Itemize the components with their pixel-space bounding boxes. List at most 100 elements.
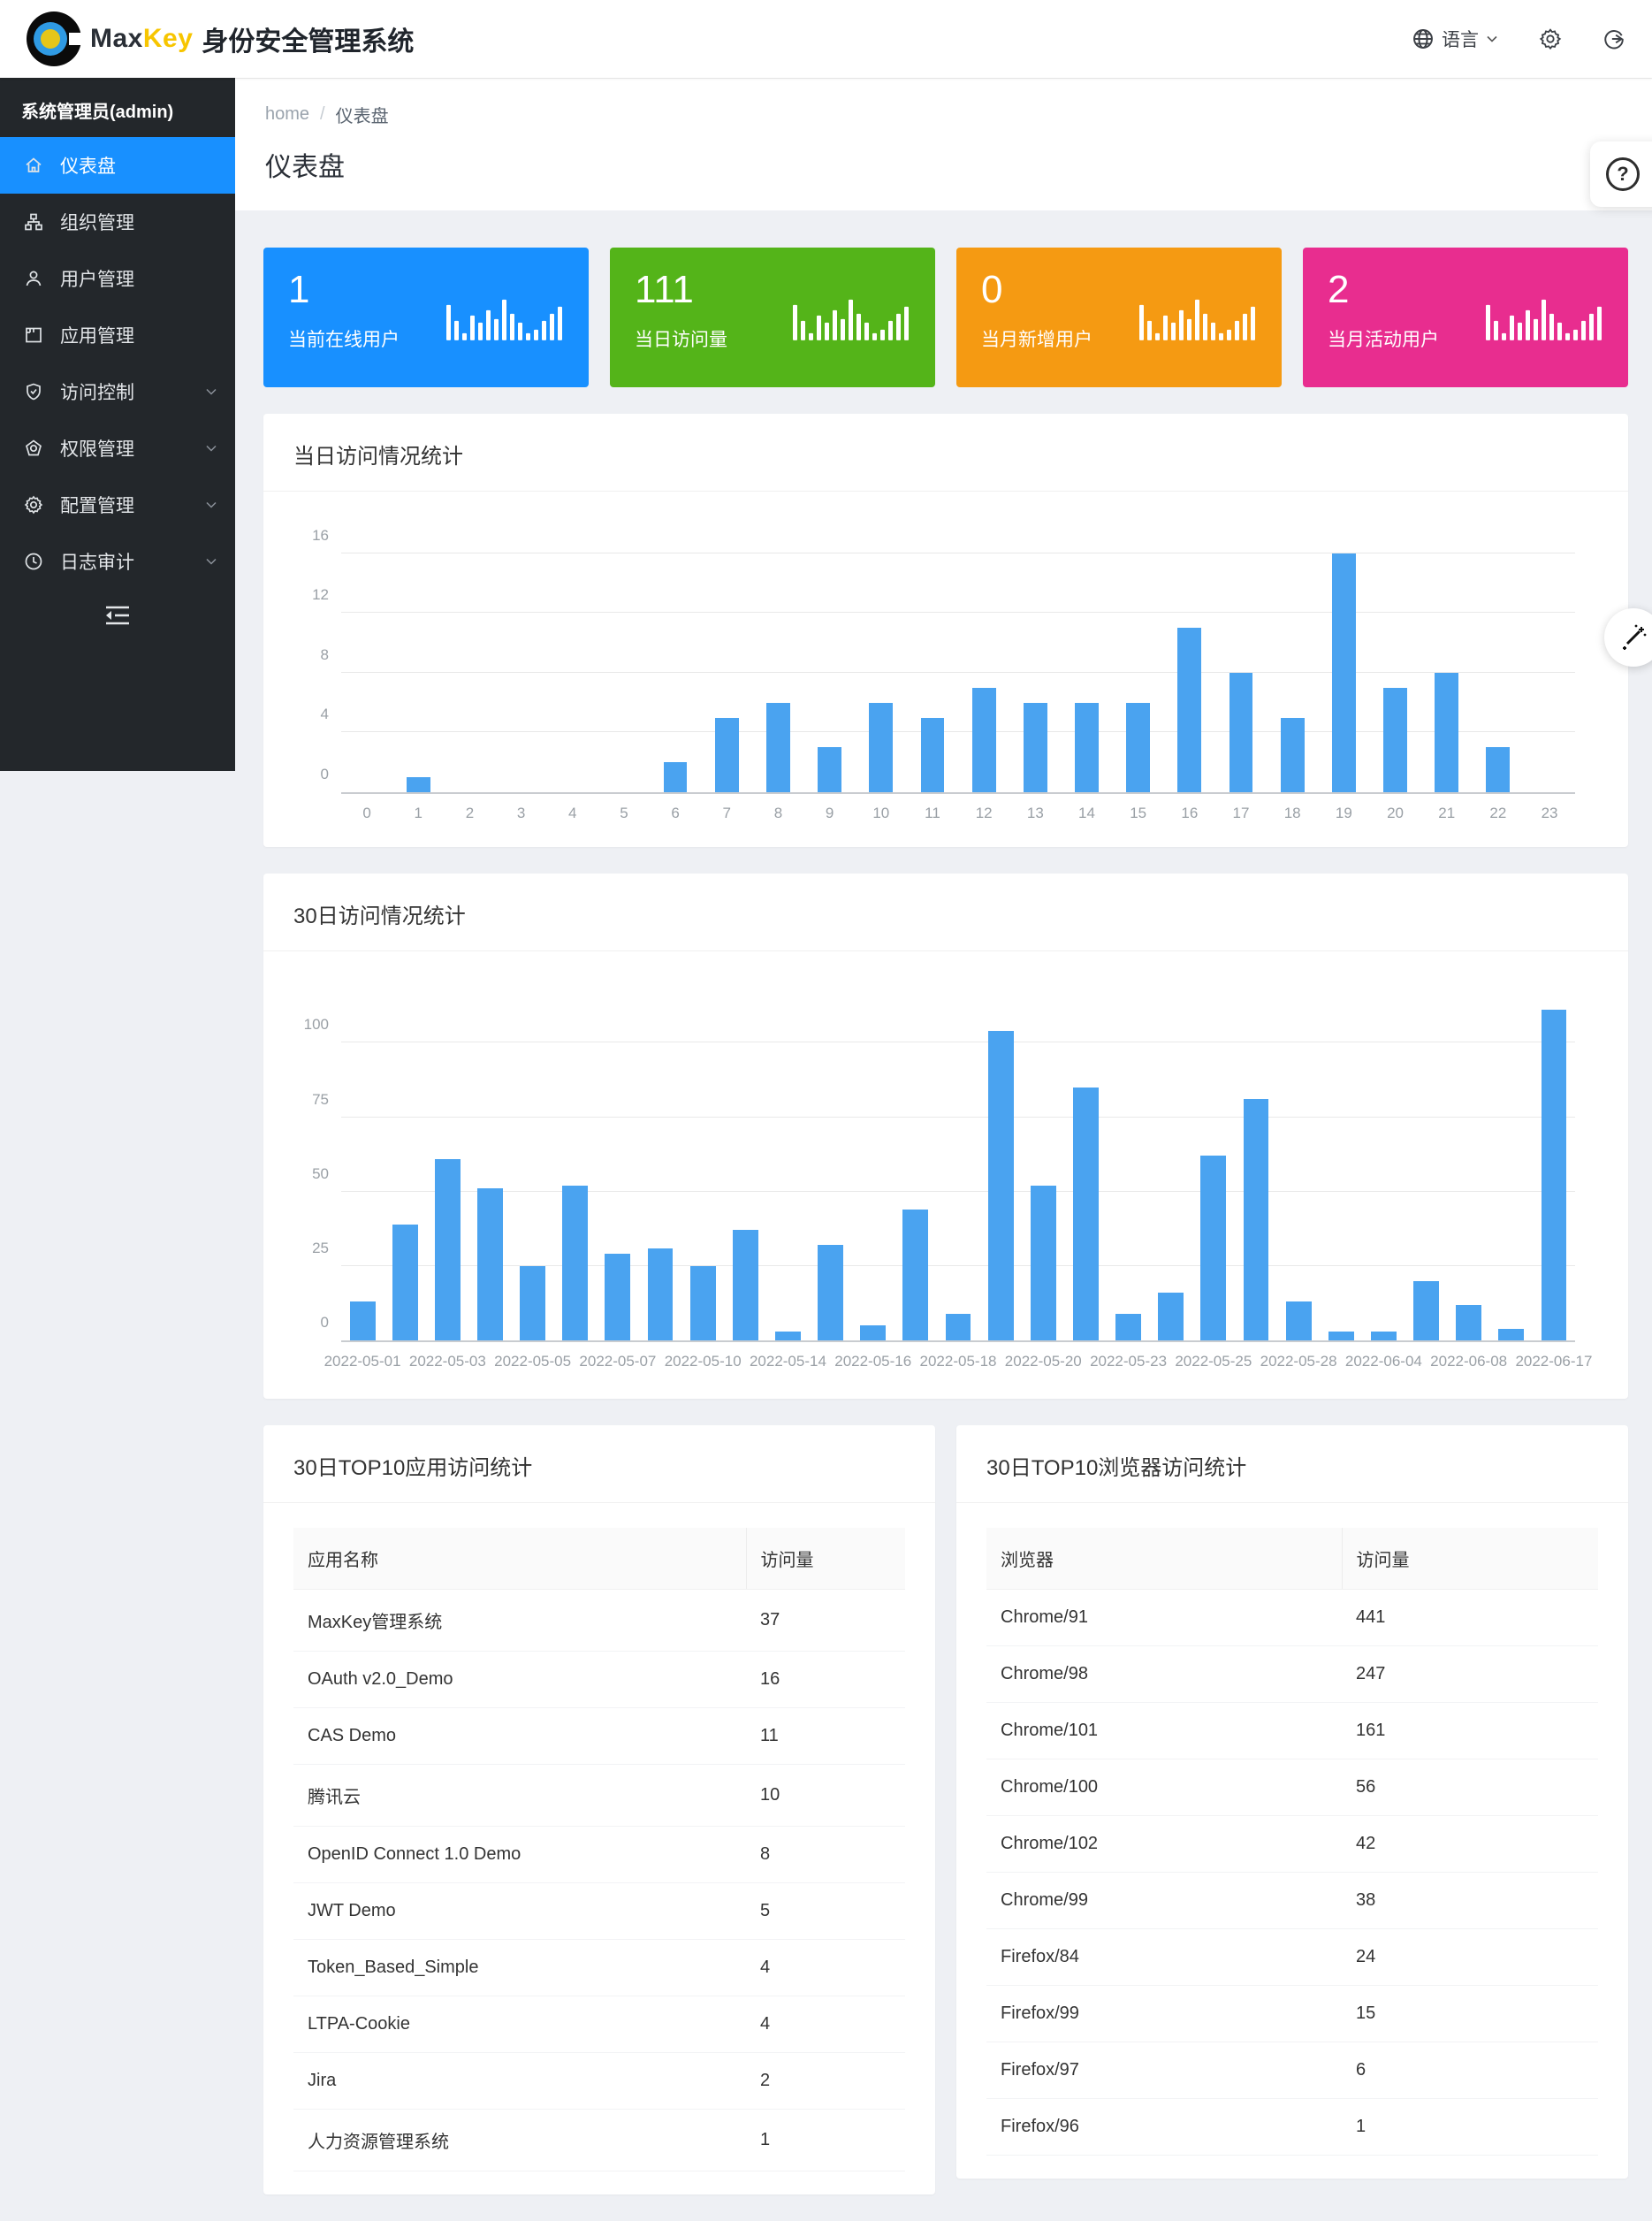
logout-button[interactable] [1603, 27, 1625, 50]
bar-slot [341, 523, 392, 792]
sidebar-item-0[interactable]: 仪表盘 [0, 137, 235, 194]
name-cell: LTPA-Cookie [293, 1996, 746, 2053]
settings-button[interactable] [1539, 27, 1562, 50]
bar-slot [1421, 523, 1473, 792]
bar-slot [426, 983, 468, 1340]
name-cell: Chrome/91 [986, 1590, 1342, 1646]
bar-slot [1108, 983, 1150, 1340]
stat-card-2: 0当月新增用户 [956, 248, 1282, 387]
x-axis-tick-label: 19 [1318, 805, 1369, 822]
sidebar-item-label: 访问控制 [60, 378, 134, 405]
bar-slot [681, 983, 724, 1340]
x-axis-tick-label: 21 [1421, 805, 1473, 822]
bar [972, 688, 996, 792]
bar-slot [907, 523, 958, 792]
visits-cell: 6 [1342, 2042, 1598, 2099]
main-content: home / 仪表盘 仪表盘 1当前在线用户111当日访问量0当月新增用户2当月… [235, 78, 1652, 2221]
bar [988, 1031, 1014, 1340]
x-axis-tick-label: 15 [1113, 805, 1164, 822]
app-title: 身份安全管理系统 [202, 19, 414, 58]
name-cell: Firefox/97 [986, 2042, 1342, 2099]
bar [946, 1314, 971, 1340]
bar-slot [1405, 983, 1448, 1340]
breadcrumb-home-link[interactable]: home [265, 104, 309, 125]
column-header: 访问量 [746, 1528, 905, 1590]
visits-cell: 1 [746, 2110, 905, 2171]
language-menu[interactable]: 语言 [1412, 26, 1498, 52]
bar-slot [1277, 983, 1320, 1340]
bar [477, 1188, 503, 1340]
sidebar-item-label: 应用管理 [60, 322, 134, 348]
name-cell: Chrome/101 [986, 1703, 1342, 1759]
table-row: Firefox/9915 [986, 1986, 1598, 2042]
sidebar-item-label: 日志审计 [60, 548, 134, 575]
name-cell: Chrome/99 [986, 1873, 1342, 1929]
table-row: Firefox/976 [986, 2042, 1598, 2099]
pentagon-icon [23, 438, 44, 459]
bar [664, 762, 688, 792]
bar [1031, 1186, 1056, 1340]
visits-cell: 10 [746, 1765, 905, 1827]
y-axis-tick-label: 25 [290, 1240, 329, 1257]
stat-cards-row: 1当前在线用户111当日访问量0当月新增用户2当月活动用户 [263, 248, 1628, 387]
bar-slot [856, 523, 907, 792]
bar [520, 1266, 545, 1340]
sidebar-item-7[interactable]: 日志审计 [0, 533, 235, 590]
sidebar-item-6[interactable]: 配置管理 [0, 477, 235, 533]
help-button[interactable]: ? [1590, 141, 1652, 207]
x-axis-tick-label: 22 [1473, 805, 1524, 822]
mini-bar-chart-icon [793, 298, 909, 340]
bar [1498, 1329, 1524, 1340]
bar-slot [979, 983, 1022, 1340]
browsers-visits-table: 浏览器访问量Chrome/91441Chrome/98247Chrome/101… [986, 1528, 1598, 2156]
bar [1073, 1088, 1099, 1340]
bar [902, 1210, 928, 1340]
y-axis-tick-label: 12 [290, 586, 329, 604]
x-axis-tick-label: 17 [1215, 805, 1267, 822]
bar [1281, 718, 1305, 792]
name-cell: 腾讯云 [293, 1765, 746, 1827]
stat-card-1: 111当日访问量 [610, 248, 935, 387]
globe-icon [1412, 27, 1435, 50]
divider [263, 1502, 935, 1503]
x-axis-tick-label: 9 [804, 805, 856, 822]
column-header: 访问量 [1342, 1528, 1598, 1590]
bar [435, 1159, 461, 1340]
breadcrumb-separator: / [320, 104, 325, 125]
bar [648, 1248, 674, 1340]
visits-cell: 42 [1342, 1816, 1598, 1873]
bar-slot [1235, 983, 1277, 1340]
bar [1229, 673, 1253, 792]
panel-hourly-visits: 当日访问情况统计 0481216 01234567891011121314151… [263, 414, 1628, 847]
bar [921, 718, 945, 792]
divider [956, 1502, 1628, 1503]
bar [1024, 703, 1047, 792]
x-axis-tick-label: 5 [598, 805, 650, 822]
name-cell: CAS Demo [293, 1708, 746, 1765]
x-axis-tick-label: 2022-05-16 [834, 1353, 911, 1370]
visits-cell: 441 [1342, 1590, 1598, 1646]
hourly-visits-bar-chart: 0481216 01234567891011121314151617181920… [263, 492, 1628, 847]
bar-slot [547, 523, 598, 792]
name-cell: Firefox/99 [986, 1986, 1342, 2042]
bar-slot [598, 523, 650, 792]
sidebar-item-4[interactable]: 访问控制 [0, 363, 235, 420]
sidebar-item-5[interactable]: 权限管理 [0, 420, 235, 477]
sidebar-item-3[interactable]: 应用管理 [0, 307, 235, 363]
panel-top10-table-0: 30日TOP10应用访问统计应用名称访问量MaxKey管理系统37OAuth v… [263, 1425, 935, 2194]
collapse-menu-icon[interactable] [103, 602, 133, 629]
bar-slot [392, 523, 444, 792]
table-row: Chrome/9938 [986, 1873, 1598, 1929]
sidebar-item-1[interactable]: 组织管理 [0, 194, 235, 250]
bar [350, 1301, 376, 1340]
bar [690, 1266, 716, 1340]
visits-cell: 4 [746, 1996, 905, 2053]
table-row: Token_Based_Simple4 [293, 1940, 905, 1996]
sidebar-item-2[interactable]: 用户管理 [0, 250, 235, 307]
x-axis-tick-label: 2022-05-28 [1260, 1353, 1337, 1370]
bar-slot [341, 983, 384, 1340]
y-axis-tick-label: 8 [290, 646, 329, 664]
page-header-band: home / 仪表盘 仪表盘 [235, 78, 1652, 210]
y-axis-tick-label: 75 [290, 1091, 329, 1109]
bar-slot [1318, 523, 1369, 792]
